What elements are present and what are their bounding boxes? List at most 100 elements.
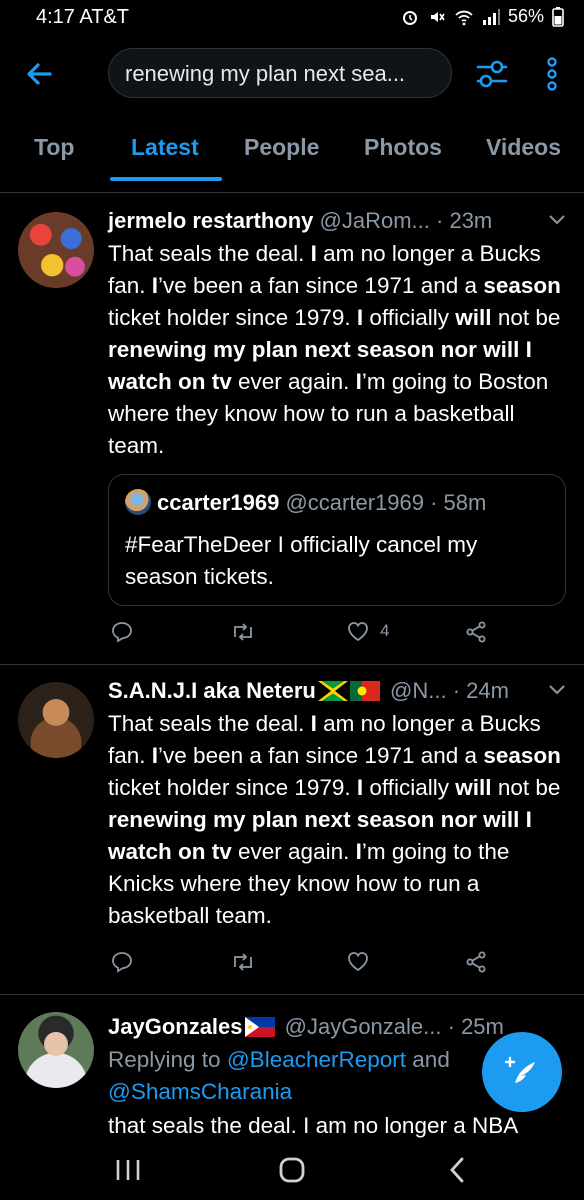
tweet-text: That seals the deal. I am no longer a Bu… <box>108 708 568 932</box>
search-header: renewing my plan next sea... <box>0 40 584 108</box>
filter-icon <box>476 60 508 88</box>
share-button[interactable] <box>464 620 488 644</box>
quoted-tweet-header: ccarter1969 @ccarter1969 · 58m <box>125 489 486 516</box>
tweet-text-segment: That seals the deal. <box>108 241 311 266</box>
tweet-text-segment: season <box>483 743 561 768</box>
tweet-text: That seals the deal. I am no longer a Bu… <box>108 238 568 462</box>
retweet-button[interactable] <box>230 620 256 644</box>
quoted-tweet-text: #FearTheDeer I officially cancel my seas… <box>125 532 478 589</box>
tab-videos[interactable]: Videos <box>486 134 561 161</box>
philippines-flag-icon <box>244 1017 275 1037</box>
reply-button[interactable] <box>110 620 134 644</box>
tab-top[interactable]: Top <box>34 134 74 161</box>
avatar[interactable] <box>18 212 94 288</box>
wifi-icon <box>455 10 473 25</box>
tweet-text-segment: ever again. <box>231 369 356 394</box>
tweet-divider <box>0 994 584 995</box>
tab-latest[interactable]: Latest <box>131 134 199 161</box>
tweet-text-segment: not be <box>491 305 561 330</box>
active-tab-indicator <box>110 177 222 181</box>
more-vertical-icon <box>547 57 557 91</box>
avatar[interactable] <box>18 682 94 758</box>
battery-icon <box>552 6 564 27</box>
chevron-down-icon[interactable] <box>548 214 566 226</box>
search-query: renewing my plan next sea... <box>125 61 406 86</box>
tweet-text-segment: will <box>455 305 492 330</box>
home-button[interactable] <box>262 1150 322 1190</box>
compose-tweet-button[interactable] <box>482 1032 562 1112</box>
share-button[interactable] <box>464 950 488 974</box>
recent-apps-icon <box>116 1160 140 1180</box>
retweet-icon <box>234 623 252 641</box>
search-tabs: Top Latest People Photos Videos <box>0 118 584 182</box>
tab-photos[interactable]: Photos <box>364 134 442 161</box>
tweet-text-segment: ’ve been a fan since 1971 and a <box>158 273 484 298</box>
like-count: 4 <box>380 621 390 640</box>
user-handle[interactable]: @N... <box>390 678 447 703</box>
replying-to-label: Replying to <box>108 1047 221 1072</box>
compose-icon <box>504 1056 535 1084</box>
status-time: 4:17 AT&T <box>36 6 130 28</box>
system-nav-bar <box>0 1138 584 1200</box>
reply-mention-link[interactable]: @ShamsCharania <box>108 1079 292 1104</box>
quoted-tweet[interactable]: ccarter1969 @ccarter1969 · 58m #FearTheD… <box>108 474 566 606</box>
tweet-text-segment: officially <box>363 775 456 800</box>
tweet-text-segment: season <box>483 273 561 298</box>
tweet-text-segment: ticket holder since 1979. <box>108 305 357 330</box>
jamaica-flag-icon <box>316 679 349 703</box>
tweet-header: S.A.N.J.I aka Neteru @N... · 24m <box>108 678 570 708</box>
search-input[interactable]: renewing my plan next sea... <box>108 48 452 98</box>
like-button[interactable]: 4 <box>346 620 389 642</box>
quoted-user-handle: @ccarter1969 <box>285 490 424 515</box>
tab-people[interactable]: People <box>244 134 319 161</box>
like-icon <box>348 622 368 642</box>
tweet-text-segment: officially <box>363 305 456 330</box>
display-name[interactable]: jermelo restarthony <box>108 208 313 233</box>
signal-icon <box>482 8 500 25</box>
recent-apps-button[interactable] <box>98 1150 158 1190</box>
quoted-display-name: ccarter1969 <box>157 490 280 515</box>
tweet-text-segment: will <box>455 775 492 800</box>
share-icon <box>466 621 486 643</box>
like-button[interactable] <box>346 950 370 972</box>
status-bar: 4:17 AT&T 56% <box>0 0 584 36</box>
user-handle[interactable]: @JaRom... <box>320 208 430 233</box>
more-options-button[interactable] <box>538 54 566 94</box>
display-name[interactable]: JayGonzales <box>108 1014 243 1039</box>
tweet-header: jermelo restarthony @JaRom... · 23m <box>108 208 570 238</box>
tabs-divider <box>0 192 584 193</box>
avatar[interactable] <box>18 1012 94 1088</box>
system-back-button[interactable] <box>426 1150 486 1190</box>
tweet[interactable]: S.A.N.J.I aka Neteru @N... · 24m That se… <box>0 666 584 992</box>
home-icon <box>279 1157 305 1183</box>
retweet-icon <box>234 953 252 971</box>
tweet-actions: 4 <box>108 620 568 652</box>
alarm-icon <box>402 10 417 25</box>
tweet-time: · 24m <box>452 678 509 703</box>
reply-button[interactable] <box>110 950 134 974</box>
back-button[interactable] <box>20 56 60 92</box>
reply-and-label: and <box>412 1047 450 1072</box>
tweet-actions <box>108 950 568 982</box>
mute-icon <box>430 11 445 22</box>
tweet-text: that seals the deal. I am no longer a NB… <box>108 1113 519 1138</box>
tweet-text-segment: That seals the deal. <box>108 711 311 736</box>
like-icon <box>348 952 368 972</box>
tweet-text-segment: ever again. <box>231 839 356 864</box>
portugal-flag-icon <box>349 681 380 701</box>
retweet-button[interactable] <box>230 950 256 974</box>
share-icon <box>466 951 486 973</box>
tweet-divider <box>0 664 584 665</box>
battery-percent: 56% <box>507 6 544 26</box>
back-arrow-icon <box>27 63 52 85</box>
reply-icon <box>112 952 132 973</box>
display-name[interactable]: S.A.N.J.I aka Neteru <box>108 678 316 703</box>
tweet-text-segment: ’ve been a fan since 1971 and a <box>158 743 484 768</box>
reply-mention-link[interactable]: @BleacherReport <box>227 1047 406 1072</box>
user-handle[interactable]: @JayGonzale... <box>285 1014 442 1039</box>
tweet-text-segment: not be <box>491 775 561 800</box>
chevron-down-icon[interactable] <box>548 684 566 696</box>
search-filter-button[interactable] <box>472 56 512 92</box>
tweet[interactable]: jermelo restarthony @JaRom... · 23m That… <box>0 196 584 662</box>
tweet-time: · 25m <box>447 1014 504 1039</box>
